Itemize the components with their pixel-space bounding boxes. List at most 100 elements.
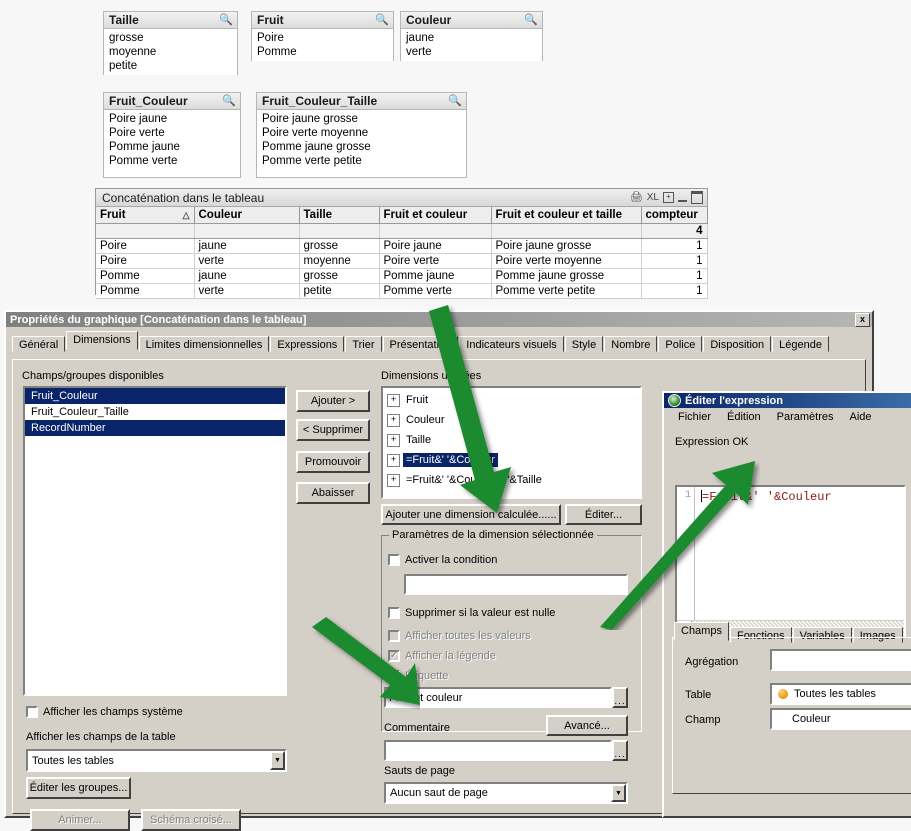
table-select[interactable]: Toutes les tables [770,683,911,705]
enable-condition-checkbox[interactable]: Activer la condition [388,554,497,566]
dimension-row-fruit[interactable]: + Fruit [383,390,640,410]
cell-fruit-couleur-taille[interactable]: Poire jaune grosse [491,238,642,254]
dimension-row-fruit-couleur-calculated[interactable]: + =Fruit&' '&Couleur [383,450,640,470]
column-header-fruit-et-couleur[interactable]: Fruit et couleur [379,207,492,224]
expression-editor-window[interactable]: Éditer l'expression Fichier Édition Para… [662,391,911,818]
cell-fruit[interactable]: Poire [96,253,195,269]
add-calculated-dimension-button[interactable]: Ajouter une dimension calculée...... [381,504,561,525]
expression-text[interactable]: =Fruit&' '&Couleur [701,490,832,504]
condition-input[interactable] [404,574,628,595]
tab-limites-dimensionnelles[interactable]: Limites dimensionnelles [138,336,270,352]
tab-legende[interactable]: Légende [772,336,829,352]
advanced-button[interactable]: Avancé... [546,715,628,736]
list-item[interactable]: Pomme jaune grosse [257,140,466,154]
print-icon[interactable]: 🖨 [630,192,643,203]
chevron-down-icon[interactable]: ▼ [270,751,285,770]
listbox-fruit-couleur-taille[interactable]: Fruit_Couleur_Taille 🔍 Poire jaune gross… [256,92,467,178]
list-item[interactable]: moyenne [104,45,237,59]
chart-caption-bar[interactable]: Concaténation dans le tableau 🖨 XL + [96,189,707,207]
expand-icon[interactable]: + [387,473,400,487]
comment-ellipsis-button[interactable]: ... [612,740,628,761]
tab-presentation[interactable]: Présentation [382,336,459,352]
checkbox-box[interactable] [388,554,400,566]
expand-icon[interactable]: + [387,453,400,467]
cell-fruit[interactable]: Pomme [96,268,195,284]
tab-police[interactable]: Police [658,336,703,352]
column-header-fruit[interactable]: Fruit △ [96,207,195,224]
promote-dimension-button[interactable]: Promouvoir [296,451,370,473]
maximize-icon[interactable] [691,191,703,204]
cell-fruit[interactable]: Poire [96,238,195,254]
list-item[interactable]: Pomme verte petite [257,154,466,168]
edit-dimension-button[interactable]: Éditer... [565,504,642,525]
xl-export-icon[interactable]: XL [647,192,659,203]
dimension-row-taille[interactable]: + Taille [383,430,640,450]
magnifier-icon[interactable]: 🔍 [375,13,389,26]
expand-icon[interactable]: + [663,192,674,203]
expression-editor-title-bar[interactable]: Éditer l'expression [664,393,911,408]
cell-fruit-couleur-taille[interactable]: Pomme jaune grosse [491,268,642,284]
table-filter-select[interactable]: Toutes les tables ▼ [26,749,287,772]
list-item[interactable]: verte [401,45,542,59]
demote-dimension-button[interactable]: Abaisser [296,482,370,504]
list-item[interactable]: Poire verte [104,126,240,140]
cell-fruit-couleur[interactable]: Pomme jaune [379,268,492,284]
tab-style[interactable]: Style [564,336,604,352]
show-system-fields-checkbox[interactable]: Afficher les champs système [26,706,183,718]
list-item[interactable]: jaune [401,31,542,45]
tab-expressions[interactable]: Expressions [270,336,345,352]
listbox-taille[interactable]: Taille 🔍 grosse moyenne petite [103,11,238,75]
cell-compteur[interactable]: 1 [641,253,708,269]
expand-icon[interactable]: + [387,393,400,407]
column-header-compteur[interactable]: compteur [641,207,708,224]
list-item[interactable]: Fruit_Couleur [25,388,285,404]
cell-taille[interactable]: moyenne [299,253,380,269]
column-header-couleur[interactable]: Couleur [194,207,300,224]
list-item[interactable]: Pomme [252,45,393,59]
cell-couleur[interactable]: jaune [194,268,300,284]
menu-fichier[interactable]: Fichier [678,411,711,423]
dimension-row-couleur[interactable]: + Couleur [383,410,640,430]
tab-disposition[interactable]: Disposition [703,336,772,352]
cell-fruit-couleur[interactable]: Poire jaune [379,238,492,254]
menu-aide[interactable]: Aide [850,411,872,423]
tab-trier[interactable]: Trier [345,336,382,352]
magnifier-icon[interactable]: 🔍 [524,13,538,26]
list-item[interactable]: petite [104,59,237,73]
tab-indicateurs-visuels[interactable]: Indicateurs visuels [459,336,564,352]
dialog-title-bar[interactable]: Propriétés du graphique [Concaténation d… [6,312,872,327]
table-row[interactable]: Pomme verte petite Pomme verte Pomme ver… [96,283,708,299]
remove-dimension-button[interactable]: < Supprimer [296,419,370,441]
magnifier-icon[interactable]: 🔍 [219,13,233,26]
cell-fruit-couleur-taille[interactable]: Pomme verte petite [491,283,642,299]
cell-fruit-couleur-taille[interactable]: Poire verte moyenne [491,253,642,269]
chevron-down-icon[interactable]: ▼ [611,784,626,802]
tab-nombre[interactable]: Nombre [604,336,658,352]
pagebreak-select[interactable]: Aucun saut de page ▼ [384,782,628,804]
close-icon[interactable]: x [855,312,870,327]
list-item[interactable]: Pomme verte [104,154,240,168]
list-item[interactable]: Fruit_Couleur_Taille [25,404,285,420]
aggregation-input[interactable] [770,649,911,671]
cell-compteur[interactable]: 1 [641,268,708,284]
listbox-couleur[interactable]: Couleur 🔍 jaune verte [400,11,543,61]
used-dimensions-tree[interactable]: + Fruit + Couleur + Taille + =Fruit&' '&… [381,386,642,499]
menu-parametres[interactable]: Paramètres [777,411,834,423]
listbox-fruit-couleur[interactable]: Fruit_Couleur 🔍 Poire jaune Poire verte … [103,92,241,178]
straight-table-object[interactable]: Concaténation dans le tableau 🖨 XL + Fru… [95,188,708,299]
minimize-icon[interactable] [678,193,687,202]
dimension-row-fruit-couleur-taille-calculated[interactable]: + =Fruit&' '&Couleur&' '&Taille [383,470,640,490]
label-ellipsis-button[interactable]: ... [612,687,628,708]
cell-couleur[interactable]: jaune [194,238,300,254]
cell-couleur[interactable]: verte [194,283,300,299]
listbox-fruit[interactable]: Fruit 🔍 Poire Pomme [251,11,394,61]
list-item[interactable]: Pomme jaune [104,140,240,154]
label-input[interactable]: Fruit et couleur [384,687,612,708]
table-row[interactable]: Pomme jaune grosse Pomme jaune Pomme jau… [96,268,708,284]
edit-groups-button[interactable]: Éditer les groupes... [26,777,131,799]
tab-general[interactable]: Général [12,336,66,352]
list-item[interactable]: RecordNumber [25,420,285,436]
cell-couleur[interactable]: verte [194,253,300,269]
column-header-fruit-et-couleur-et-taille[interactable]: Fruit et couleur et taille [491,207,642,224]
cell-taille[interactable]: petite [299,283,380,299]
